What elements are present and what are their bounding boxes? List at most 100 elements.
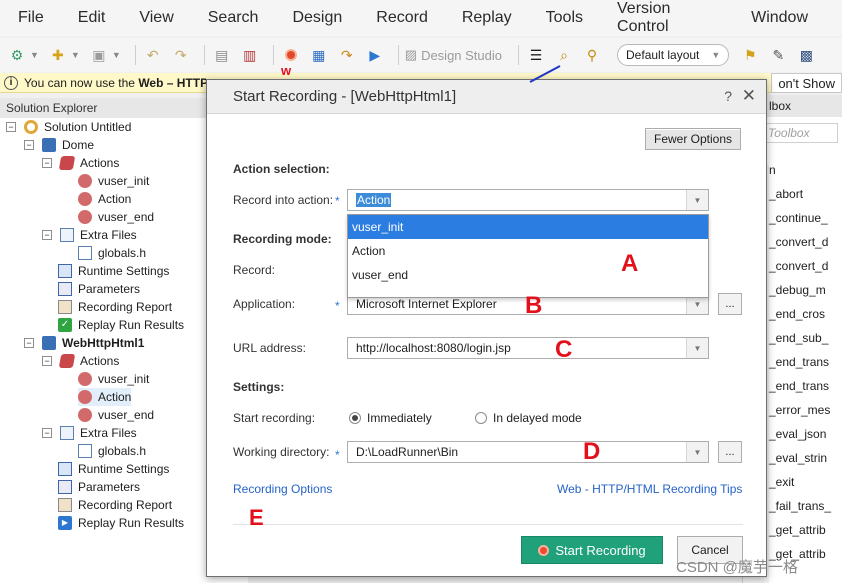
menu-bar: File Edit View Search Design Record Replay Tool… xyxy=(0,0,842,36)
replay-step-icon[interactable]: ↷ xyxy=(336,44,358,66)
menu-window[interactable]: Window xyxy=(751,9,808,27)
working-directory-browse-button[interactable]: ... xyxy=(718,441,742,463)
tree-item[interactable]: − Solution Untitled xyxy=(6,118,131,136)
toolbox-item[interactable]: _convert_d xyxy=(769,235,828,249)
collapse-toggle-icon[interactable]: − xyxy=(24,338,34,348)
toolbox-item[interactable]: _end_cros xyxy=(769,307,825,321)
tree-item[interactable]: vuser_init xyxy=(78,172,149,190)
fewer-options-button[interactable]: Fewer Options xyxy=(645,128,741,150)
toolbox-item[interactable]: _eval_strin xyxy=(769,451,827,465)
working-directory-select[interactable]: D:\LoadRunner\Bin ▼ xyxy=(347,441,709,463)
tree-item[interactable]: globals.h xyxy=(78,244,146,262)
new-item-icon[interactable]: ✚ xyxy=(47,44,69,66)
chevron-down-icon[interactable]: ▼ xyxy=(71,50,80,60)
toolbox-item[interactable]: _end_trans xyxy=(769,355,829,369)
compile-icon[interactable]: ▤ xyxy=(211,44,233,66)
dropdown-option[interactable]: Action xyxy=(348,239,708,263)
tree-item[interactable]: Runtime Settings xyxy=(58,460,169,478)
menu-record[interactable]: Record xyxy=(376,9,428,27)
tree-item[interactable]: Action xyxy=(78,190,131,208)
solution-icon[interactable]: ⚙ xyxy=(6,44,28,66)
tree-item[interactable]: Recording Report xyxy=(58,298,172,316)
tree-item[interactable]: Parameters xyxy=(58,478,140,496)
tree-item[interactable]: vuser_end xyxy=(78,406,154,424)
grid-icon[interactable]: ▩ xyxy=(795,44,817,66)
tree-item[interactable]: vuser_end xyxy=(78,208,154,226)
layout-select[interactable]: Default layout ▼ xyxy=(617,44,730,66)
script-view-icon[interactable]: ▦ xyxy=(308,44,330,66)
play-icon[interactable]: ▶ xyxy=(364,44,386,66)
application-browse-button[interactable]: ... xyxy=(718,293,742,315)
toolbox-item[interactable]: n xyxy=(769,163,776,177)
menu-design[interactable]: Design xyxy=(292,9,342,27)
dropdown-option[interactable]: vuser_end xyxy=(348,263,708,287)
help-icon[interactable]: ? xyxy=(724,88,732,104)
collapse-toggle-icon[interactable]: − xyxy=(42,356,52,366)
chevron-down-icon[interactable]: ▼ xyxy=(112,50,121,60)
tree-item[interactable]: Parameters xyxy=(58,280,140,298)
close-icon[interactable]: ✕ xyxy=(742,86,756,106)
menu-file[interactable]: File xyxy=(18,9,44,27)
tree-item[interactable]: − Dome xyxy=(24,136,94,154)
save-icon[interactable]: ▣ xyxy=(88,44,110,66)
collapse-toggle-icon[interactable]: − xyxy=(42,428,52,438)
chevron-down-icon[interactable]: ▼ xyxy=(30,50,39,60)
tree-item[interactable]: Recording Report xyxy=(58,496,172,514)
tree-item-label: Parameters xyxy=(78,480,141,494)
menu-tools[interactable]: Tools xyxy=(546,9,583,27)
radio-delayed-mode[interactable]: In delayed mode xyxy=(475,411,582,425)
collapse-toggle-icon[interactable]: − xyxy=(42,158,52,168)
tree-item[interactable]: − Extra Files xyxy=(42,424,137,442)
tree-item[interactable]: Action xyxy=(78,388,132,406)
dropdown-option[interactable]: vuser_init xyxy=(348,215,708,239)
toolbox-item[interactable]: _exit xyxy=(769,475,794,489)
chevron-down-icon[interactable]: ▼ xyxy=(686,190,708,210)
tree-item[interactable]: − Extra Files xyxy=(42,226,137,244)
menu-search[interactable]: Search xyxy=(208,9,259,27)
tree-item[interactable]: Runtime Settings xyxy=(58,262,169,280)
record-into-select[interactable]: Action ▼ xyxy=(347,189,709,211)
toolbox-item[interactable]: _get_attrib xyxy=(769,523,826,537)
url-address-input[interactable]: http://localhost:8080/login.jsp ▼ xyxy=(347,337,709,359)
tree-item[interactable]: ✓ Replay Run Results xyxy=(58,316,184,334)
toolbox-item[interactable]: _eval_json xyxy=(769,427,826,441)
chevron-down-icon[interactable]: ▼ xyxy=(686,338,708,358)
toolbox-item[interactable]: _end_sub_ xyxy=(769,331,828,345)
bookmark-icon[interactable]: ⚑ xyxy=(739,44,761,66)
toolbox-item[interactable]: _debug_m xyxy=(769,283,826,297)
tree-item[interactable]: − WebHttpHtml1 xyxy=(24,334,144,352)
search-replace-icon[interactable]: ⚲ xyxy=(581,44,603,66)
collapse-toggle-icon[interactable]: − xyxy=(42,230,52,240)
dont-show-button[interactable]: on't Show xyxy=(771,73,842,93)
toolbox-item[interactable]: _convert_d xyxy=(769,259,828,273)
start-recording-button[interactable]: Start Recording xyxy=(521,536,663,564)
recording-options-link[interactable]: Recording Options xyxy=(233,482,332,496)
design-studio-button[interactable]: ▨ Design Studio xyxy=(405,47,502,63)
tree-item[interactable]: globals.h xyxy=(78,442,146,460)
toolbox-item[interactable]: _abort xyxy=(769,187,803,201)
menu-view[interactable]: View xyxy=(139,9,173,27)
menu-edit[interactable]: Edit xyxy=(78,9,106,27)
stop-icon[interactable]: ▥ xyxy=(239,44,261,66)
menu-version-control[interactable]: Version Control xyxy=(617,0,717,36)
radio-button[interactable] xyxy=(475,412,487,424)
collapse-toggle-icon[interactable]: − xyxy=(24,140,34,150)
toolbox-item[interactable]: _error_mes xyxy=(769,403,830,417)
redo-icon[interactable]: ↷ xyxy=(170,44,192,66)
toolbox-item[interactable]: _end_trans xyxy=(769,379,829,393)
toolbox-item[interactable]: _continue_ xyxy=(769,211,828,225)
tree-item[interactable]: ▶ Replay Run Results xyxy=(58,514,184,532)
tree-item[interactable]: vuser_init xyxy=(78,370,149,388)
chevron-down-icon[interactable]: ▼ xyxy=(686,442,708,462)
tree-item[interactable]: − Actions xyxy=(42,352,119,370)
undo-icon[interactable]: ↶ xyxy=(142,44,164,66)
tree-item[interactable]: − Actions xyxy=(42,154,119,172)
toolbox-item[interactable]: _fail_trans_ xyxy=(769,499,831,513)
radio-immediately[interactable]: Immediately xyxy=(349,411,432,425)
collapse-toggle-icon[interactable]: − xyxy=(6,122,16,132)
action-selection-heading: Action selection: xyxy=(233,162,330,176)
radio-button[interactable] xyxy=(349,412,361,424)
pen-icon[interactable]: ✎ xyxy=(767,44,789,66)
menu-replay[interactable]: Replay xyxy=(462,9,512,27)
recording-tips-link[interactable]: Web - HTTP/HTML Recording Tips xyxy=(557,482,742,496)
